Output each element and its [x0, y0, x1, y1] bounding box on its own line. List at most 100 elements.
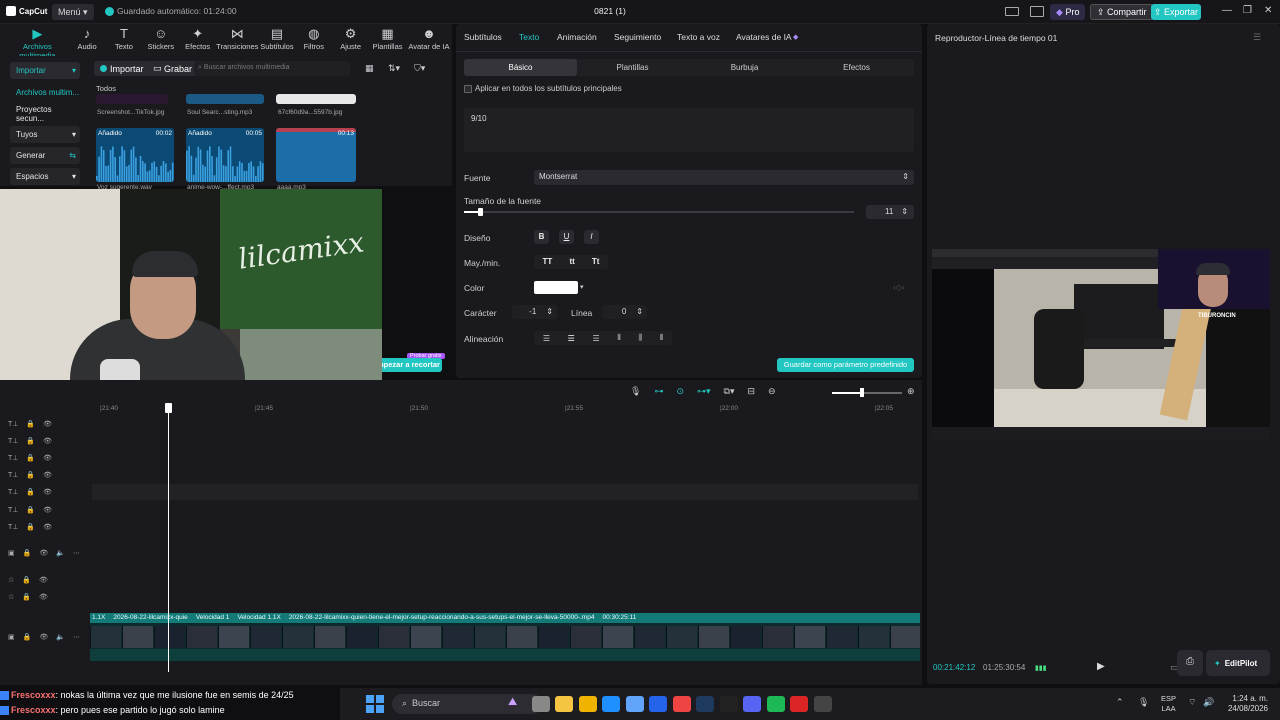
video-clip[interactable] — [90, 623, 920, 661]
search-input[interactable]: ⌕ Buscar archivos multimedia — [194, 61, 350, 76]
font-size-input[interactable]: 11 ⇕ — [866, 205, 914, 219]
more-icon[interactable]: ⋯ — [73, 549, 80, 557]
capcut-app-icon[interactable] — [719, 696, 738, 712]
visibility-icon[interactable]: 👁 — [43, 488, 52, 496]
playhead-handle[interactable] — [165, 403, 172, 413]
visibility-icon[interactable]: 👁 — [43, 420, 52, 428]
align-top-icon[interactable]: ⫴ — [617, 333, 620, 343]
sort-icon[interactable]: ⇅▾ — [388, 63, 400, 74]
color-dropdown-icon[interactable]: ▾ — [580, 283, 584, 291]
play-icon[interactable]: ▶ — [1097, 661, 1105, 672]
spotify-icon[interactable] — [766, 696, 785, 712]
start-icon[interactable] — [366, 695, 384, 713]
lock-icon[interactable]: 🔒 — [26, 454, 35, 462]
tab-subtitles[interactable]: Subtítulos — [464, 32, 502, 42]
fit-icon[interactable]: ⊟ — [747, 386, 755, 397]
lock-icon[interactable]: 🔒 — [26, 523, 35, 531]
sidebar-generate[interactable]: Generar ⇆ — [10, 147, 80, 164]
link-icon[interactable]: ⊙ — [676, 386, 684, 397]
visibility-icon[interactable]: 👁 — [39, 576, 48, 584]
record-button[interactable]: ▭ Grabar — [147, 61, 199, 76]
audio-clip-thumb[interactable]: Añadido 00:02 — [96, 128, 174, 182]
font-select[interactable]: Montserrat ⇕ — [534, 170, 914, 185]
sidebar-media[interactable]: Archivos multim... — [10, 84, 80, 101]
visibility-icon[interactable]: 👁 — [39, 633, 48, 641]
sidebar-spaces[interactable]: Espacios ▾ — [10, 168, 80, 185]
media-thumb[interactable] — [96, 94, 168, 104]
text-editor[interactable]: 9/10 — [464, 108, 914, 152]
lowercase-button[interactable]: tt — [569, 257, 574, 269]
lock-icon[interactable]: 🔒 — [22, 576, 31, 584]
pro-button[interactable]: ◆ Pro — [1050, 4, 1086, 20]
save-default-button[interactable]: Guardar como parámetro predefinido — [777, 358, 914, 372]
lock-icon[interactable]: 🔒 — [23, 633, 32, 641]
lock-icon[interactable]: 🔒 — [26, 437, 35, 445]
lock-icon[interactable]: 🔒 — [26, 488, 35, 496]
copilot-icon[interactable]: ⛰ — [508, 696, 526, 712]
bold-button[interactable]: B — [534, 230, 549, 244]
media-thumb[interactable] — [276, 94, 356, 104]
underline-button[interactable]: U — [559, 230, 574, 244]
mute-icon[interactable]: 🔈 — [56, 549, 65, 557]
zoom-in-icon[interactable]: ⊕ — [907, 386, 915, 397]
subtab-effects[interactable]: Efectos — [800, 59, 913, 76]
lock-icon[interactable]: 🔒 — [26, 471, 35, 479]
capcut-icon[interactable] — [813, 696, 832, 712]
tab-tracking[interactable]: Seguimiento — [614, 32, 661, 42]
export-button[interactable]: ⇪ Exportar — [1151, 4, 1201, 20]
lock-icon[interactable]: 🔒 — [26, 506, 35, 514]
sidebar-projects[interactable]: Proyectos secun... — [10, 105, 80, 123]
align-right-icon[interactable]: ☰ — [593, 334, 600, 343]
assistant-icon[interactable]: ⎙ — [1177, 650, 1203, 676]
uppercase-button[interactable]: TT — [543, 257, 553, 269]
split-icon[interactable]: ⧉▾ — [724, 386, 735, 397]
visibility-icon[interactable]: 👁 — [43, 523, 52, 531]
video-preview[interactable]: TIBURONCIN — [932, 249, 1270, 439]
tray-mic-icon[interactable]: 🎙 — [1138, 697, 1149, 708]
maximize-icon[interactable]: ❐ — [1243, 5, 1252, 16]
line-spacing-input[interactable]: 0 ⇕ — [602, 305, 647, 319]
apply-all-checkbox[interactable] — [464, 85, 472, 93]
visibility-icon[interactable]: 👁 — [43, 506, 52, 514]
tab-tts[interactable]: Texto a voz — [677, 32, 720, 42]
app-icon[interactable] — [555, 696, 573, 712]
steam-icon[interactable] — [696, 696, 714, 712]
mute-icon[interactable]: 🔈 — [56, 633, 65, 641]
volume-icon[interactable]: 🔊 — [1203, 697, 1214, 708]
filter-icon[interactable]: ⛉▾ — [414, 63, 425, 74]
visibility-icon[interactable]: 👁 — [43, 454, 52, 462]
app-icon-2[interactable] — [790, 696, 808, 712]
chrome-icon[interactable] — [672, 696, 691, 712]
titlecase-button[interactable]: Tt — [592, 257, 600, 269]
lock-icon[interactable]: 🔒 — [26, 420, 35, 428]
close-icon[interactable]: ✕ — [1264, 5, 1272, 16]
audio-clip-thumb[interactable]: Añadido 00:05 — [186, 128, 264, 182]
visibility-icon[interactable]: 👁 — [39, 593, 48, 601]
char-spacing-input[interactable]: -1 ⇕ — [512, 305, 557, 319]
files-icon[interactable] — [578, 696, 597, 712]
editpilot-button[interactable]: ✦ EditPilot — [1206, 650, 1270, 676]
align-left-icon[interactable]: ☰ — [543, 334, 550, 343]
mail-icon[interactable] — [649, 696, 667, 712]
grid-view-icon[interactable]: ▦ — [365, 63, 374, 74]
align-bottom-icon[interactable]: ⫴ — [660, 333, 663, 343]
edge-icon[interactable] — [602, 696, 620, 712]
keyframe-icon[interactable]: ‹◇› — [893, 283, 904, 292]
clip-label-bar[interactable]: 1.1X 2026-08-22-lilcamixx-quie Velocidad… — [90, 613, 920, 623]
audio-clip-thumb[interactable]: 00:13 — [276, 128, 356, 182]
tab-avatars[interactable]: Avatares de IA — [736, 32, 792, 42]
lock-icon[interactable]: 🔒 — [23, 549, 32, 557]
minimize-icon[interactable]: — — [1222, 5, 1232, 16]
timeline-ruler[interactable]: |21:40 |21:45 |21:50 |21:55 |22:00 |22:05 — [90, 404, 920, 416]
shortcuts-icon[interactable] — [1030, 6, 1044, 17]
layout-icon[interactable] — [1005, 7, 1019, 16]
playhead[interactable] — [168, 404, 169, 672]
tab-text[interactable]: Texto — [519, 32, 539, 42]
subtab-bubble[interactable]: Burbuja — [688, 59, 801, 76]
sidebar-import[interactable]: Importar ▾ — [10, 62, 80, 79]
color-swatch[interactable] — [534, 281, 578, 294]
empty-track[interactable] — [92, 484, 918, 500]
sidebar-yours[interactable]: Tuyos ▾ — [10, 126, 80, 143]
preview-axis-icon[interactable]: ⊶▾ — [697, 386, 711, 397]
media-thumb[interactable] — [186, 94, 264, 104]
